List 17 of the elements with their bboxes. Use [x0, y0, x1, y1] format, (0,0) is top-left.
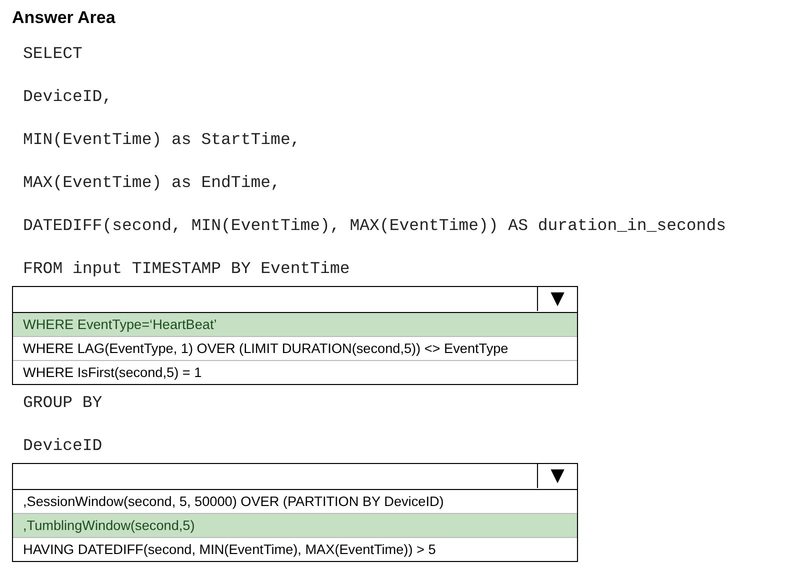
code-line: GROUP BY [23, 393, 102, 413]
answer-dropdown[interactable]: ▼ WHERE EventType=‘HeartBeat’ WHERE LAG(EventType, 1) OVER (LIMIT DURATION(second,5)) <> EventType WHERE IsFirst(second,5) = 1 [12, 286, 578, 385]
dropdown-option[interactable]: ,SessionWindow(second, 5, 50000) OVER (PARTITION BY DeviceID) [13, 490, 577, 513]
dropdown-option[interactable]: ,TumblingWindow(second,5) [13, 513, 577, 537]
code-line: MAX(EventTime) as EndTime, [23, 173, 280, 193]
code-line: SELECT [23, 44, 82, 64]
code-line: DeviceID [23, 436, 102, 456]
answer-dropdown[interactable]: ▼ ,SessionWindow(second, 5, 50000) OVER (PARTITION BY DeviceID) ,TumblingWindow(second,5) HAVING DATEDIFF(second, MIN(EventTime), MAX(EventTime)) > 5 [12, 463, 578, 562]
dropdown-option[interactable]: WHERE LAG(EventType, 1) OVER (LIMIT DURATION(second,5)) <> EventType [13, 336, 577, 360]
code-line: MIN(EventTime) as StartTime, [23, 130, 300, 150]
code-line: DATEDIFF(second, MIN(EventTime), MAX(EventTime)) AS duration_in_seconds [23, 216, 726, 236]
dropdown-option[interactable]: WHERE EventType=‘HeartBeat’ [13, 313, 577, 336]
code-line: FROM input TIMESTAMP BY EventTime [23, 259, 350, 279]
answer-area-title: Answer Area [12, 8, 116, 28]
code-line: DeviceID, [23, 87, 112, 107]
dropdown-option[interactable]: WHERE IsFirst(second,5) = 1 [13, 360, 577, 384]
dropdown-option[interactable]: HAVING DATEDIFF(second, MIN(EventTime), MAX(EventTime)) > 5 [13, 537, 577, 561]
